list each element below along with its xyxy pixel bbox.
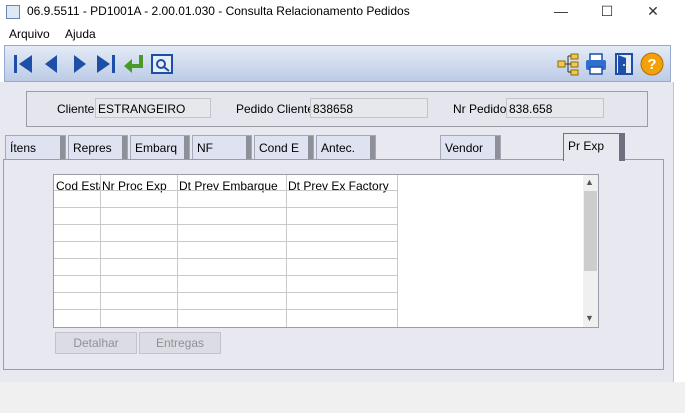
grid-row-line [54,241,398,242]
tab-cond-e[interactable]: Cond E [254,135,314,159]
toolbar: ? [4,45,671,82]
print-icon[interactable] [584,52,608,76]
scroll-up-icon[interactable]: ▲ [585,177,594,187]
help-icon[interactable]: ? [640,52,664,76]
grid-row-line [54,207,398,208]
tab-antec[interactable]: Antec. [316,135,376,159]
close-button[interactable]: ✕ [630,0,676,24]
tab-pr-exp[interactable]: Pr Exp [563,133,625,161]
last-record-icon[interactable] [94,52,118,76]
grid-row-line [54,190,398,191]
cliente-field[interactable]: ESTRANGEIRO [95,98,211,118]
grid-divider [100,175,101,327]
tab-repres[interactable]: Repres [68,135,128,159]
menu-arquivo[interactable]: Arquivo [9,27,50,41]
grid-row-line [54,258,398,259]
tree-icon[interactable] [556,52,580,76]
nr-pedido-field[interactable]: 838.658 [506,98,604,118]
grid-row-line [54,275,398,276]
view-icon[interactable] [150,52,174,76]
return-icon[interactable] [122,52,146,76]
tab-vendor[interactable]: Vendor [440,135,501,159]
grid-row-line [54,292,398,293]
form-area: Cliente: ESTRANGEIRO Pedido Cliente: 838… [0,82,674,382]
nr-pedido-label: Nr Pedido: [453,102,510,116]
grid-divider [286,175,287,327]
previous-record-icon[interactable] [40,52,64,76]
data-grid[interactable]: Cod Esta Nr Proc Exp Dt Prev Embarque Dt… [53,174,599,328]
scroll-down-icon[interactable]: ▼ [585,313,594,323]
entregas-button[interactable]: Entregas [139,332,221,354]
detalhar-button[interactable]: Detalhar [55,332,137,354]
pedido-cliente-field[interactable]: 838658 [310,98,428,118]
menu-bar: Arquivo Ajuda [0,24,685,43]
header-box: Cliente: ESTRANGEIRO Pedido Cliente: 838… [26,91,648,127]
cliente-label: Cliente: [57,102,98,116]
next-record-icon[interactable] [67,52,91,76]
first-record-icon[interactable] [11,52,35,76]
help-label: ? [647,56,656,73]
window-title: 06.9.5511 - PD1001A - 2.00.01.030 - Cons… [27,4,410,18]
pedido-cliente-label: Pedido Cliente: [236,102,318,116]
tab-embarq[interactable]: Embarq [130,135,190,159]
grid-scrollbar[interactable]: ▲ ▼ [583,175,598,327]
grid-divider [177,175,178,327]
status-bar [0,382,685,413]
scrollbar-thumb[interactable] [584,191,597,271]
tab-nf[interactable]: NF [192,135,252,159]
title-bar: 06.9.5511 - PD1001A - 2.00.01.030 - Cons… [0,0,685,24]
maximize-button[interactable]: ☐ [584,0,630,24]
menu-ajuda[interactable]: Ajuda [65,27,96,41]
exit-door-icon[interactable] [612,52,636,76]
grid-divider [397,175,398,327]
tab-itens[interactable]: Ítens [5,135,66,159]
grid-row-line [54,309,398,310]
app-icon [6,5,20,19]
grid-row-line [54,224,398,225]
minimize-button[interactable]: — [538,0,584,24]
